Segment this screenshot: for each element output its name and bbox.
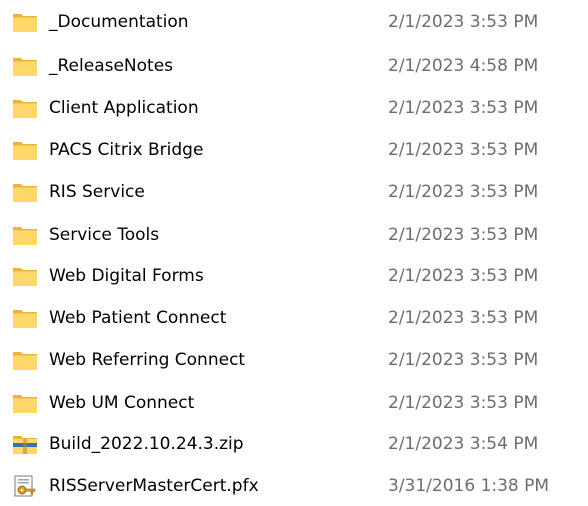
list-item[interactable]: Web Referring Connect 2/1/2023 3:53 PM [0, 340, 588, 380]
file-name: PACS Citrix Bridge [49, 140, 204, 160]
folder-icon [12, 97, 38, 119]
file-date-modified: 2/1/2023 3:53 PM [388, 266, 539, 286]
list-item[interactable]: Build_2022.10.24.3.zip 2/1/2023 3:54 PM [0, 424, 588, 464]
file-name: _ReleaseNotes [49, 56, 174, 76]
list-item[interactable]: PACS Citrix Bridge 2/1/2023 3:53 PM [0, 130, 588, 170]
file-date-modified: 3/31/2016 1:38 PM [388, 476, 550, 496]
folder-icon [12, 55, 38, 77]
list-item[interactable]: Web UM Connect 2/1/2023 3:53 PM [0, 383, 588, 423]
file-date-modified: 2/1/2023 3:53 PM [388, 350, 539, 370]
file-date-modified: 2/1/2023 4:58 PM [388, 56, 539, 76]
list-item[interactable]: Web Patient Connect 2/1/2023 3:53 PM [0, 298, 588, 338]
list-item[interactable]: Web Digital Forms 2/1/2023 3:53 PM [0, 256, 588, 296]
folder-icon [12, 265, 38, 287]
file-date-modified: 2/1/2023 3:53 PM [388, 393, 539, 413]
file-list: _Documentation 2/1/2023 3:53 PM _Release… [0, 0, 588, 501]
list-item[interactable]: _Documentation 2/1/2023 3:53 PM [0, 2, 588, 42]
folder-icon [12, 181, 38, 203]
folder-icon [12, 139, 38, 161]
folder-icon [12, 349, 38, 371]
file-date-modified: 2/1/2023 3:54 PM [388, 434, 539, 454]
list-item[interactable]: _ReleaseNotes 2/1/2023 4:58 PM [0, 46, 588, 86]
file-date-modified: 2/1/2023 3:53 PM [388, 140, 539, 160]
file-name: Build_2022.10.24.3.zip [49, 434, 244, 454]
zip-archive-icon [12, 433, 38, 455]
file-name: Web Patient Connect [49, 308, 227, 328]
file-name: RIS Service [49, 182, 145, 202]
list-item[interactable]: Client Application 2/1/2023 3:53 PM [0, 88, 588, 128]
file-name: Service Tools [49, 225, 160, 245]
file-name: Client Application [49, 98, 199, 118]
folder-icon [12, 224, 38, 246]
file-date-modified: 2/1/2023 3:53 PM [388, 225, 539, 245]
file-name: _Documentation [49, 12, 189, 32]
file-date-modified: 2/1/2023 3:53 PM [388, 12, 539, 32]
file-name: Web Referring Connect [49, 350, 246, 370]
folder-icon [12, 307, 38, 329]
list-item[interactable]: Service Tools 2/1/2023 3:53 PM [0, 215, 588, 255]
folder-icon [12, 392, 38, 414]
file-name: Web UM Connect [49, 393, 195, 413]
file-date-modified: 2/1/2023 3:53 PM [388, 308, 539, 328]
file-date-modified: 2/1/2023 3:53 PM [388, 98, 539, 118]
list-item[interactable]: RIS Service 2/1/2023 3:53 PM [0, 172, 588, 212]
certificate-key-icon [12, 475, 38, 497]
file-date-modified: 2/1/2023 3:53 PM [388, 182, 539, 202]
list-item[interactable]: RISServerMasterCert.pfx 3/31/2016 1:38 P… [0, 466, 588, 506]
file-name: Web Digital Forms [49, 266, 204, 286]
file-name: RISServerMasterCert.pfx [49, 476, 259, 496]
folder-icon [12, 11, 38, 33]
